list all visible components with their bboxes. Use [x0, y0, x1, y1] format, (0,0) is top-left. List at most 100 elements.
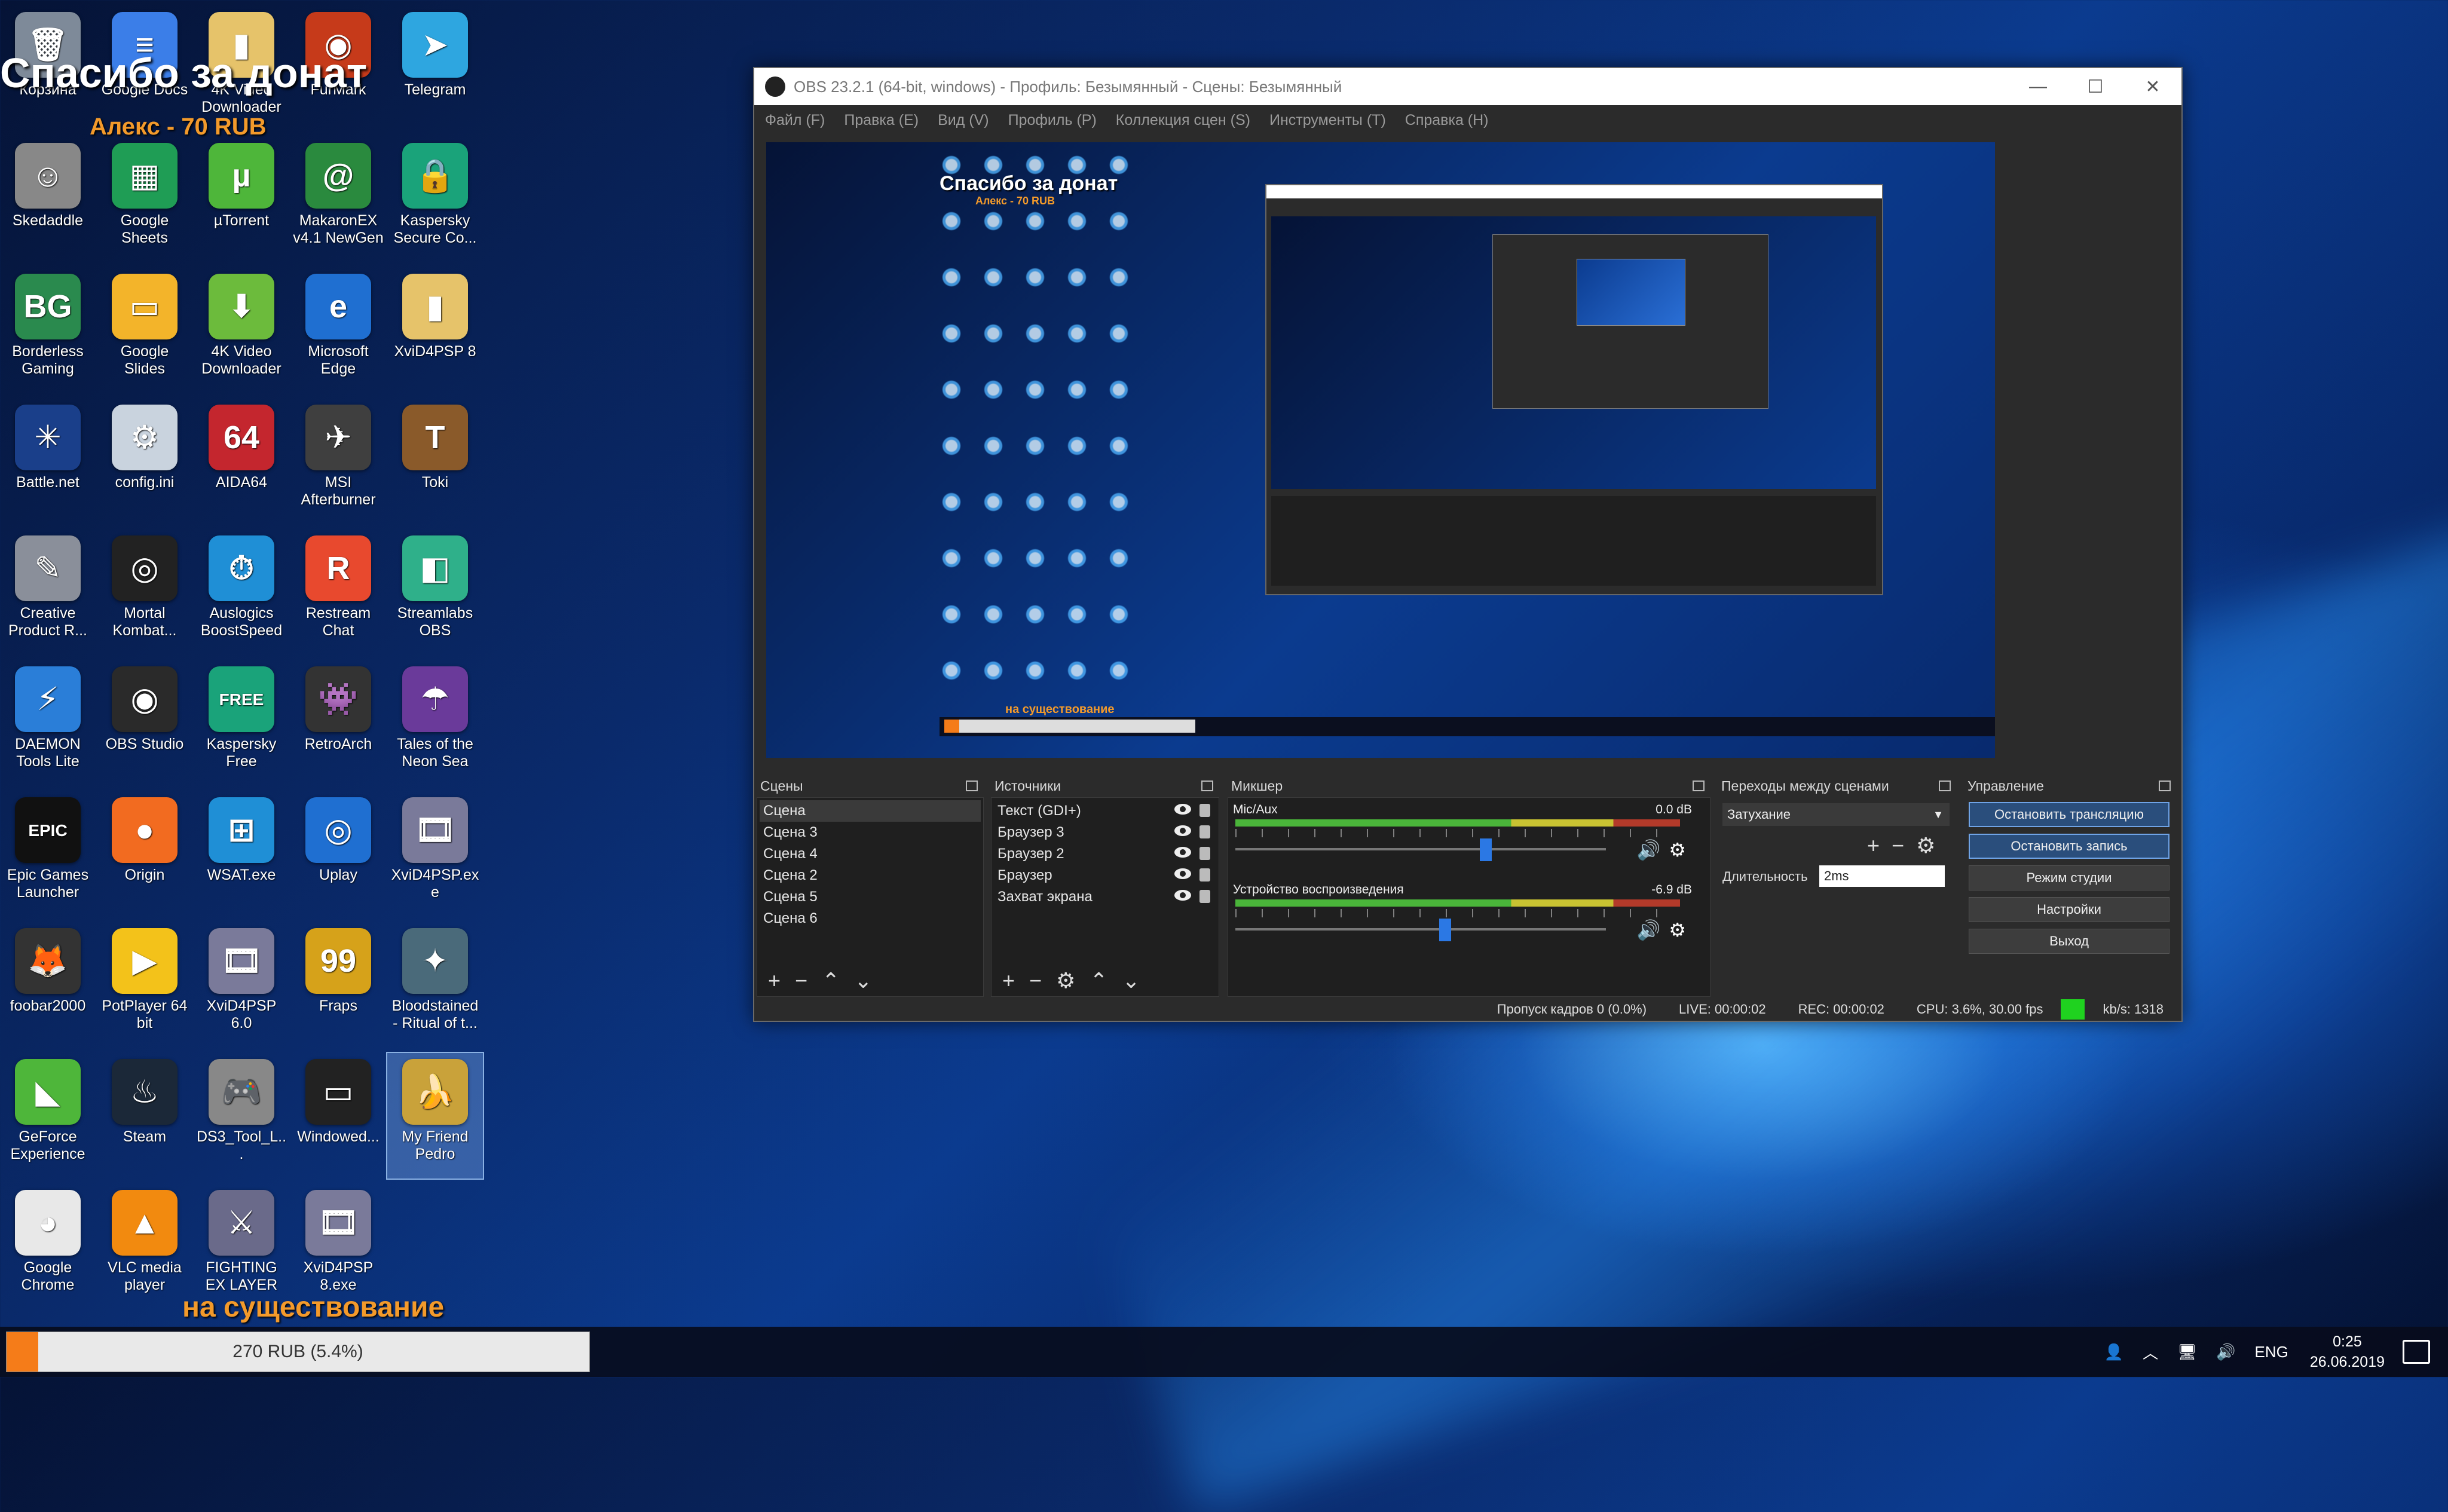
- undock-icon[interactable]: [1201, 781, 1213, 791]
- source-item[interactable]: Захват экрана: [994, 886, 1216, 908]
- volume-slider-knob[interactable]: [1439, 919, 1451, 941]
- scene-item[interactable]: Сцена 4: [760, 843, 981, 865]
- desktop-icon[interactable]: ⬇ 4K Video Downloader: [194, 268, 289, 393]
- lock-icon[interactable]: [1199, 847, 1210, 860]
- gear-icon[interactable]: ⚙: [1916, 833, 1935, 858]
- gear-icon[interactable]: ⚙: [1669, 919, 1686, 941]
- desktop-icon[interactable]: T Toki: [387, 399, 483, 524]
- undock-icon[interactable]: [966, 781, 978, 791]
- desktop-icon[interactable]: ▶ PotPlayer 64 bit: [97, 922, 192, 1048]
- source-item[interactable]: Текст (GDI+): [994, 800, 1216, 822]
- menu-item[interactable]: Профиль (P): [1008, 112, 1097, 129]
- volume-slider-knob[interactable]: [1480, 838, 1492, 861]
- menu-item[interactable]: Вид (V): [938, 112, 989, 129]
- desktop-icon[interactable]: 99 Fraps: [290, 922, 386, 1048]
- chevron-up-icon[interactable]: ︿: [2143, 1341, 2158, 1363]
- menu-item[interactable]: Коллекция сцен (S): [1116, 112, 1250, 129]
- people-icon[interactable]: 👤: [2104, 1343, 2123, 1361]
- language-indicator[interactable]: ENG: [2255, 1343, 2288, 1361]
- add-icon[interactable]: +: [768, 968, 781, 993]
- volume-icon[interactable]: 🔊: [2216, 1343, 2235, 1361]
- desktop-icon[interactable]: 🍌 My Friend Pedro: [386, 1052, 484, 1180]
- desktop-icon[interactable]: 🎞 XviD4PSP 6.0: [194, 922, 289, 1048]
- remove-icon[interactable]: −: [1892, 833, 1904, 858]
- visibility-eye-icon[interactable]: [1174, 868, 1191, 879]
- lock-icon[interactable]: [1199, 890, 1210, 903]
- scene-item[interactable]: Сцена 6: [760, 908, 981, 929]
- move-up-icon[interactable]: ⌃: [1090, 968, 1107, 993]
- source-item[interactable]: Браузер 2: [994, 843, 1216, 865]
- minimize-button[interactable]: —: [2009, 68, 2067, 105]
- desktop-icon[interactable]: @ MakaronEX v4.1 NewGen: [290, 137, 386, 262]
- volume-slider[interactable]: [1235, 928, 1606, 931]
- taskbar-app-button[interactable]: [589, 1327, 619, 1377]
- close-button[interactable]: ✕: [2124, 68, 2181, 105]
- move-down-icon[interactable]: ⌄: [854, 968, 872, 993]
- clock[interactable]: 0:25 26.06.2019: [2310, 1332, 2385, 1372]
- preview-canvas[interactable]: Спасибо за донат Алекс - 70 RUB на сущес…: [766, 142, 1995, 758]
- desktop-icon[interactable]: ◎ Mortal Kombat...: [97, 529, 192, 655]
- desktop-icon[interactable]: 🎮 DS3_Tool_L...: [194, 1053, 289, 1179]
- desktop-icon[interactable]: ⊞ WSAT.exe: [194, 791, 289, 917]
- menu-item[interactable]: Правка (E): [844, 112, 919, 129]
- desktop-icon[interactable]: ● Origin: [97, 791, 192, 917]
- duration-input[interactable]: 2ms: [1819, 865, 1945, 887]
- remove-icon[interactable]: −: [1029, 968, 1042, 993]
- desktop-icon[interactable]: ✈ MSI Afterburner: [290, 399, 386, 524]
- desktop-icon[interactable]: R Restream Chat: [290, 529, 386, 655]
- lock-icon[interactable]: [1199, 868, 1210, 882]
- control-button[interactable]: Остановить трансляцию: [1969, 802, 2169, 827]
- desktop-icon[interactable]: ▲ VLC media player: [97, 1184, 192, 1309]
- desktop-icon[interactable]: ♨ Steam: [97, 1053, 192, 1179]
- menu-item[interactable]: Файл (F): [765, 112, 825, 129]
- desktop-icon[interactable]: ◎ Uplay: [290, 791, 386, 917]
- notification-center-icon[interactable]: [2403, 1340, 2430, 1364]
- desktop-icon[interactable]: µ µTorrent: [194, 137, 289, 262]
- desktop-icon[interactable]: 64 AIDA64: [194, 399, 289, 524]
- source-item[interactable]: Браузер: [994, 865, 1216, 886]
- desktop-icon[interactable]: 🦊 foobar2000: [0, 922, 96, 1048]
- desktop-icon[interactable]: ◣ GeForce Experience: [0, 1053, 96, 1179]
- desktop-icon[interactable]: ✎ Creative Product R...: [0, 529, 96, 655]
- desktop-icon[interactable]: ➤ Telegram: [387, 6, 483, 131]
- visibility-eye-icon[interactable]: [1174, 804, 1191, 815]
- gear-icon[interactable]: ⚙: [1056, 968, 1075, 993]
- desktop-icon[interactable]: ⚙ config.ini: [97, 399, 192, 524]
- scene-item[interactable]: Сцена 3: [760, 822, 981, 843]
- desktop-icon[interactable]: ▭ Windowed...: [290, 1053, 386, 1179]
- scene-item[interactable]: Сцена 5: [760, 886, 981, 908]
- control-button[interactable]: Настройки: [1969, 897, 2169, 922]
- add-icon[interactable]: +: [1002, 968, 1015, 993]
- desktop-icon[interactable]: ✦ Bloodstained - Ritual of t...: [387, 922, 483, 1048]
- menu-item[interactable]: Справка (H): [1405, 112, 1489, 129]
- control-button[interactable]: Остановить запись: [1969, 834, 2169, 859]
- visibility-eye-icon[interactable]: [1174, 847, 1191, 858]
- maximize-button[interactable]: ☐: [2067, 68, 2124, 105]
- network-icon[interactable]: 🖥: [2177, 1343, 2197, 1361]
- window-titlebar[interactable]: OBS 23.2.1 (64-bit, windows) - Профиль: …: [754, 68, 2181, 105]
- desktop-icon[interactable]: BG Borderless Gaming: [0, 268, 96, 393]
- volume-slider[interactable]: [1235, 848, 1606, 850]
- menu-item[interactable]: Инструменты (T): [1269, 112, 1386, 129]
- speaker-icon[interactable]: 🔊: [1636, 838, 1660, 861]
- control-button[interactable]: Выход: [1969, 929, 2169, 954]
- desktop-icon[interactable]: ⚡ DAEMON Tools Lite: [0, 660, 96, 786]
- scene-item[interactable]: Сцена 2: [760, 865, 981, 886]
- visibility-eye-icon[interactable]: [1174, 825, 1191, 836]
- desktop-icon[interactable]: ◉ OBS Studio: [97, 660, 192, 786]
- desktop-icon[interactable]: ☺ Skedaddle: [0, 137, 96, 262]
- desktop-icon[interactable]: ◕ Google Chrome: [0, 1184, 96, 1309]
- scene-item[interactable]: Сцена: [760, 800, 981, 822]
- undock-icon[interactable]: [1693, 781, 1705, 791]
- desktop-icon[interactable]: ▦ Google Sheets: [97, 137, 192, 262]
- gear-icon[interactable]: ⚙: [1669, 838, 1686, 861]
- desktop-icon[interactable]: 👾 RetroArch: [290, 660, 386, 786]
- desktop-icon[interactable]: FREE Kaspersky Free: [194, 660, 289, 786]
- visibility-eye-icon[interactable]: [1174, 890, 1191, 901]
- desktop-icon[interactable]: ▭ Google Slides: [97, 268, 192, 393]
- transition-select[interactable]: Затухание ▼: [1722, 803, 1950, 826]
- source-item[interactable]: Браузер 3: [994, 822, 1216, 843]
- desktop-icon[interactable]: ✳ Battle.net: [0, 399, 96, 524]
- move-down-icon[interactable]: ⌄: [1122, 968, 1140, 993]
- desktop-icon[interactable]: ☂ Tales of the Neon Sea: [387, 660, 483, 786]
